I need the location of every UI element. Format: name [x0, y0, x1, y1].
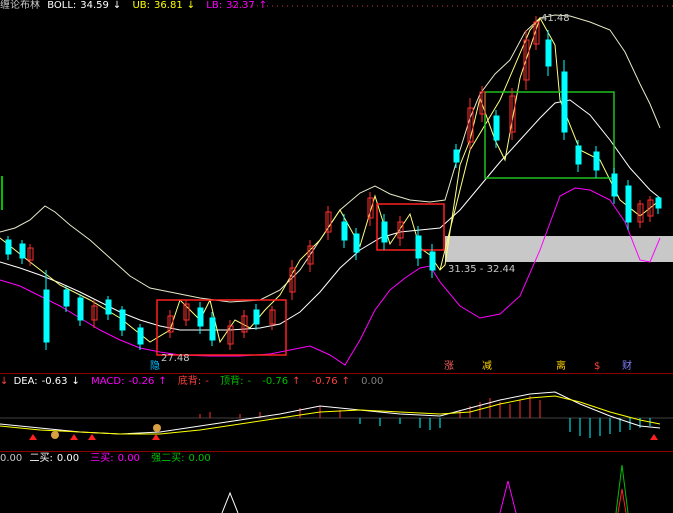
candles [5, 16, 662, 350]
buy-spike-2 [499, 480, 517, 513]
trend-line [439, 17, 541, 271]
signal-tag-jian: 减 [482, 361, 492, 372]
buy-spike-1 [221, 491, 239, 513]
divider-main [0, 373, 673, 374]
signal-tag-li: 离 [556, 361, 566, 372]
stroke-line [0, 16, 661, 344]
lower-band [0, 187, 661, 366]
signal-tag-dollar: $ [594, 361, 601, 372]
buy-signal-chart[interactable] [0, 453, 673, 513]
dif-line [0, 391, 661, 435]
range-label: 31.35 - 32.44 [448, 264, 516, 275]
buy-spike-4 [617, 488, 627, 513]
high-price-label: 41.48 [541, 13, 570, 24]
signal-tag-yin: 隐 [150, 361, 160, 372]
signal-tag-zhang: 涨 [444, 361, 454, 372]
signal-tag-cai: 财 [622, 361, 632, 372]
macd-chart[interactable] [0, 376, 673, 450]
buy-arrow-markers [29, 434, 658, 440]
dea-line [0, 395, 661, 435]
macd-histogram [199, 396, 651, 438]
price-chart[interactable] [0, 0, 673, 372]
middle-band [0, 99, 661, 331]
low-price-label: 27.48 [161, 353, 190, 364]
divider-macd [0, 451, 673, 452]
